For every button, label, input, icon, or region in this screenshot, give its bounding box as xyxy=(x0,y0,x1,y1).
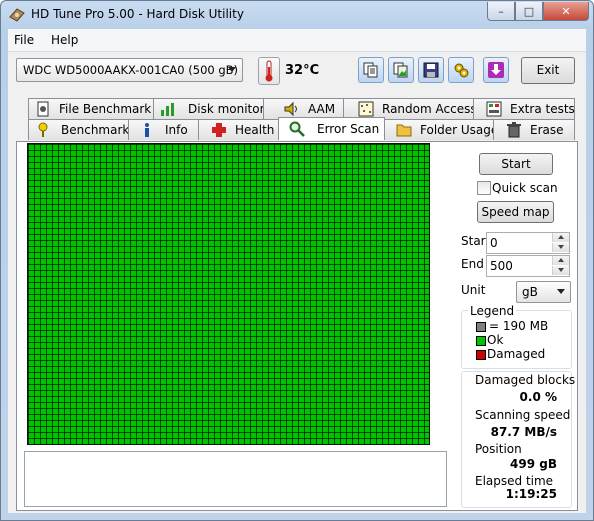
start-position-value: 0 xyxy=(490,236,498,250)
unit-select[interactable]: gB xyxy=(516,281,571,303)
damaged-blocks-value: 0.0 % xyxy=(519,390,557,404)
end-label: End xyxy=(461,257,484,271)
block-size-swatch xyxy=(476,322,486,332)
tab-label: AAM xyxy=(308,102,336,116)
download-icon xyxy=(488,62,504,78)
file-benchmark-icon xyxy=(37,101,49,117)
tab-extra-tests[interactable]: Extra tests xyxy=(473,98,575,119)
info-icon xyxy=(145,123,149,137)
spin-up-icon[interactable] xyxy=(552,233,569,242)
spin-down-icon[interactable] xyxy=(552,243,569,252)
tab-info[interactable]: Info xyxy=(128,119,200,140)
tab-label: Benchmark xyxy=(61,123,130,137)
tab-folder-usage[interactable]: Folder Usage xyxy=(383,119,499,140)
tab-random-access[interactable]: Random Access xyxy=(343,98,477,119)
end-position-input[interactable]: 500 xyxy=(486,255,570,277)
elapsed-time-value: 1:19:25 xyxy=(505,487,557,501)
app-icon xyxy=(9,8,25,22)
ok-label: Ok xyxy=(487,333,504,347)
block-size-label: = 190 MB xyxy=(489,319,549,333)
spin-down-icon[interactable] xyxy=(552,266,569,275)
unit-select-value: gB xyxy=(522,285,538,299)
position-value: 499 gB xyxy=(510,457,557,471)
speed-map-button[interactable]: Speed map xyxy=(477,201,554,223)
start-scan-button[interactable]: Start xyxy=(479,153,553,175)
tab-erase[interactable]: Erase xyxy=(493,119,575,140)
end-position-value: 500 xyxy=(490,259,513,273)
damaged-label: Damaged xyxy=(487,347,546,361)
tab-aam[interactable]: AAM xyxy=(263,98,345,119)
minimize-icon: – xyxy=(498,4,504,18)
menu-file[interactable]: File xyxy=(14,33,34,47)
tab-label: Random Access xyxy=(382,102,477,116)
scan-log-area[interactable] xyxy=(24,451,447,507)
damaged-swatch xyxy=(476,350,486,360)
tab-label: Health xyxy=(235,123,275,137)
thermometer-icon xyxy=(265,60,273,82)
temperature-value: 32°C xyxy=(285,63,320,78)
options-button[interactable] xyxy=(448,57,474,83)
tab-disk-monitor[interactable]: Disk monitor xyxy=(153,98,265,119)
tab-label: Extra tests xyxy=(510,102,575,116)
random-access-icon xyxy=(358,101,374,117)
quick-scan-label: Quick scan xyxy=(492,181,558,195)
tab-file-benchmark[interactable]: File Benchmark xyxy=(28,98,155,119)
minimize-button[interactable]: – xyxy=(487,2,515,21)
copy-text-button[interactable] xyxy=(358,57,384,83)
chevron-down-icon xyxy=(557,289,565,294)
menu-bar: File Help xyxy=(8,29,586,51)
maximize-button[interactable]: □ xyxy=(515,2,543,21)
scanning-speed-value: 87.7 MB/s xyxy=(490,425,557,439)
copy-screenshot-icon xyxy=(393,62,408,78)
temperature-button[interactable] xyxy=(258,57,280,85)
trash-icon xyxy=(507,122,521,138)
position-label: Position xyxy=(475,442,522,456)
tab-label: Error Scan xyxy=(317,122,380,136)
chevron-down-icon xyxy=(228,67,236,72)
app-window: HD Tune Pro 5.00 - Hard Disk Utility – □… xyxy=(0,0,594,521)
unit-label: Unit xyxy=(461,283,486,297)
folder-icon xyxy=(396,124,412,137)
quick-scan-checkbox[interactable] xyxy=(477,181,491,195)
ok-swatch xyxy=(476,336,486,346)
close-icon: ✕ xyxy=(561,4,571,18)
copy-screenshot-button[interactable] xyxy=(388,57,414,83)
maximize-icon: □ xyxy=(523,4,535,18)
spin-up-icon[interactable] xyxy=(552,256,569,265)
disk-monitor-icon xyxy=(161,103,174,116)
copy-text-icon xyxy=(363,62,378,78)
save-button[interactable] xyxy=(418,57,444,83)
scanning-speed-label: Scanning speed xyxy=(475,408,571,422)
tab-label: Erase xyxy=(530,123,564,137)
options-icon xyxy=(454,63,469,78)
drive-select[interactable]: WDC WD5000AAKX-001CA0 (500 gB) xyxy=(16,58,243,82)
tab-label: Disk monitor xyxy=(188,102,265,116)
magnifier-icon xyxy=(289,121,305,137)
save-icon xyxy=(423,62,439,78)
title-bar[interactable]: HD Tune Pro 5.00 - Hard Disk Utility – □… xyxy=(1,1,593,29)
tab-label: Info xyxy=(165,123,188,137)
tab-benchmark[interactable]: Benchmark xyxy=(28,119,130,140)
download-button[interactable] xyxy=(483,57,509,83)
legend-title: Legend xyxy=(468,304,517,318)
benchmark-icon xyxy=(38,122,48,137)
menu-help[interactable]: Help xyxy=(51,33,78,47)
menu-divider xyxy=(8,51,586,52)
scan-block-grid xyxy=(27,143,430,445)
extra-tests-icon xyxy=(486,101,502,117)
window-title: HD Tune Pro 5.00 - Hard Disk Utility xyxy=(31,7,244,21)
drive-select-value: WDC WD5000AAKX-001CA0 (500 gB) xyxy=(23,63,239,77)
health-cross-icon xyxy=(212,123,226,137)
exit-button[interactable]: Exit xyxy=(521,57,575,84)
elapsed-time-label: Elapsed time xyxy=(475,474,554,488)
tab-label: File Benchmark xyxy=(59,102,152,116)
damaged-blocks-label: Damaged blocks xyxy=(475,373,576,387)
tab-health[interactable]: Health xyxy=(198,119,280,140)
start-position-input[interactable]: 0 xyxy=(486,232,570,254)
speaker-icon xyxy=(284,101,297,117)
close-button[interactable]: ✕ xyxy=(543,2,589,21)
tab-error-scan[interactable]: Error Scan xyxy=(278,117,385,140)
tab-label: Folder Usage xyxy=(420,123,499,137)
